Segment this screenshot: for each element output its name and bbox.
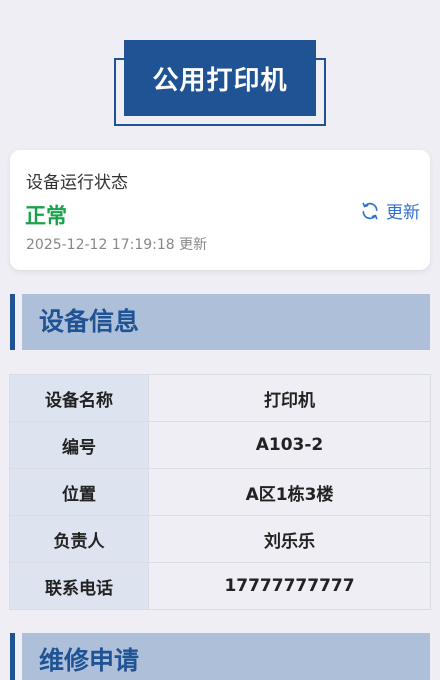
status-updated-time: 2025-12-12 17:19:18 更新 bbox=[26, 237, 208, 253]
table-value-cell: A103-2 bbox=[148, 421, 431, 469]
title-badge: 公用打印机 bbox=[124, 40, 316, 116]
refresh-label: 更新 bbox=[386, 203, 420, 223]
table-value-cell: 打印机 bbox=[148, 374, 431, 422]
status-label: 设备运行状态 bbox=[26, 173, 128, 193]
page-title: 公用打印机 bbox=[152, 65, 288, 96]
section-title-repair: 维修申请 bbox=[39, 646, 140, 675]
refresh-icon bbox=[360, 201, 380, 221]
status-value: 正常 bbox=[25, 204, 67, 228]
page: 公用打印机 设备运行状态 正常 2025-12-12 17:19:18 更新 更… bbox=[0, 0, 440, 680]
table-key-cell: 编号 bbox=[9, 421, 149, 469]
section-title-device-info: 设备信息 bbox=[39, 307, 140, 336]
section-accent-bar bbox=[10, 294, 15, 350]
section-accent-bar bbox=[10, 633, 15, 680]
status-card: 设备运行状态 正常 2025-12-12 17:19:18 更新 更新 bbox=[10, 150, 430, 270]
table-key-cell: 位置 bbox=[9, 468, 149, 516]
table-row: 编号 A103-2 bbox=[9, 421, 431, 469]
table-key-cell: 联系电话 bbox=[9, 562, 149, 610]
table-value-cell: A区1栋3楼 bbox=[148, 468, 431, 516]
table-row: 联系电话 17777777777 bbox=[9, 562, 431, 610]
table-key-cell: 设备名称 bbox=[9, 374, 149, 422]
table-row: 位置 A区1栋3楼 bbox=[9, 468, 431, 516]
section-header-repair: 维修申请 bbox=[10, 633, 430, 680]
table-value-cell: 17777777777 bbox=[148, 562, 431, 610]
refresh-button[interactable]: 更新 bbox=[360, 198, 420, 223]
table-value-cell: 刘乐乐 bbox=[148, 515, 431, 563]
table-row: 设备名称 打印机 bbox=[9, 374, 431, 422]
section-header-device-info: 设备信息 bbox=[10, 294, 430, 350]
device-info-table: 设备名称 打印机 编号 A103-2 位置 A区1栋3楼 负责人 刘乐乐 联系电… bbox=[9, 374, 431, 610]
table-row: 负责人 刘乐乐 bbox=[9, 515, 431, 563]
table-key-cell: 负责人 bbox=[9, 515, 149, 563]
